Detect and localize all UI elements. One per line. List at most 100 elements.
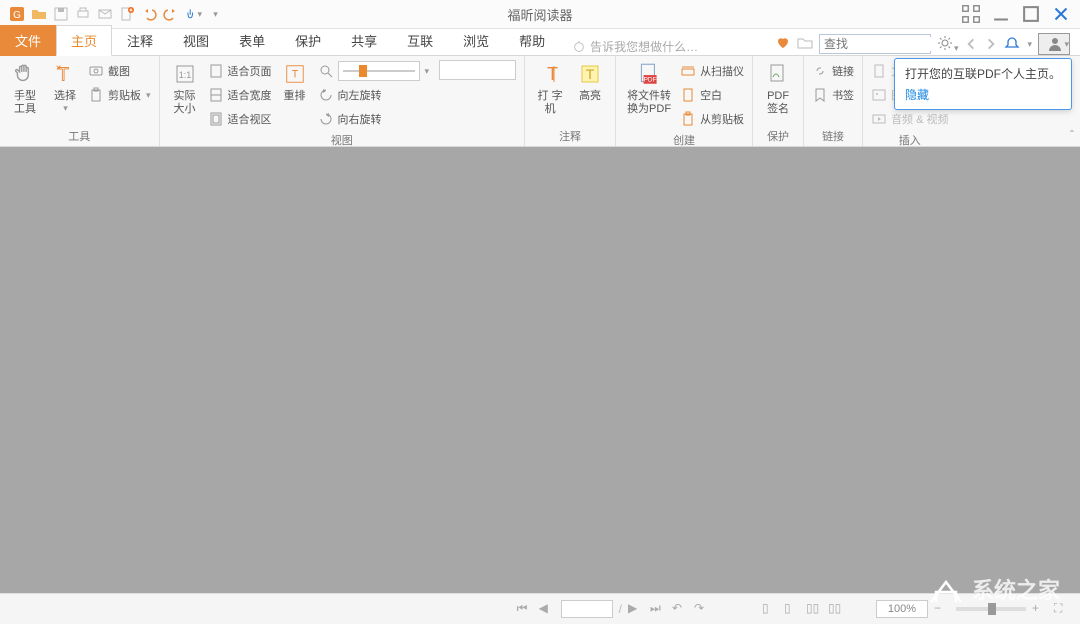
- search-box[interactable]: [819, 34, 931, 54]
- single-page-icon[interactable]: ▯: [762, 601, 778, 617]
- page-number-input[interactable]: [561, 600, 613, 618]
- tab-bar: 文件 主页 注释 视图 表单 保护 共享 互联 浏览 帮助 告诉我您想做什么… …: [0, 29, 1080, 56]
- prev-page-icon[interactable]: ◀: [539, 601, 555, 617]
- blank-page-button[interactable]: 空白: [680, 84, 744, 106]
- continuous-facing-icon[interactable]: ▯▯: [828, 601, 844, 617]
- tab-help[interactable]: 帮助: [504, 25, 560, 56]
- zoom-value[interactable]: 100%: [876, 600, 928, 618]
- minimize-icon[interactable]: [990, 5, 1012, 23]
- svg-text:T: T: [291, 69, 298, 81]
- group-links: 链接 书签 链接: [804, 56, 863, 146]
- highlight-button[interactable]: T 高亮: [573, 60, 607, 126]
- svg-text:T: T: [586, 66, 595, 82]
- group-tools-label: 工具: [8, 126, 151, 144]
- fit-visible-button[interactable]: 适合视区: [208, 108, 272, 130]
- tab-home[interactable]: 主页: [56, 25, 112, 56]
- svg-text:T: T: [547, 64, 558, 84]
- clipboard-button[interactable]: 剪贴板▾: [88, 84, 151, 106]
- quick-access-toolbar: G ▾ ▾: [0, 5, 224, 23]
- next-page-icon[interactable]: ▶: [628, 601, 644, 617]
- font-dropdown[interactable]: [439, 60, 516, 80]
- bookmark-button[interactable]: 书签: [812, 84, 854, 106]
- search-input[interactable]: [820, 37, 983, 51]
- fit-width-button[interactable]: 适合宽度: [208, 84, 272, 106]
- redo-icon[interactable]: [162, 5, 180, 23]
- document-canvas: [0, 147, 1080, 593]
- print-icon[interactable]: [74, 5, 92, 23]
- bell-icon[interactable]: [1004, 36, 1020, 52]
- zoom-slider-row[interactable]: ▾: [318, 60, 430, 82]
- heart-icon[interactable]: [775, 35, 791, 54]
- highlight-label: 高亮: [579, 90, 601, 103]
- mail-icon[interactable]: [96, 5, 114, 23]
- zoom-track[interactable]: [956, 607, 1026, 611]
- convert-to-pdf-button[interactable]: PDF 将文件转 换为PDF: [624, 60, 674, 130]
- close-icon[interactable]: [1050, 5, 1072, 23]
- pdf-sign-button[interactable]: PDF 签名: [761, 60, 795, 126]
- tooltip-hide-link[interactable]: 隐藏: [905, 86, 1061, 103]
- folder-icon[interactable]: [797, 35, 813, 54]
- nav-prev-icon[interactable]: [964, 37, 978, 51]
- tab-protect[interactable]: 保护: [280, 25, 336, 56]
- from-clipboard-button[interactable]: 从剪贴板: [680, 108, 744, 130]
- link-button[interactable]: 链接: [812, 60, 854, 82]
- touch-mode-icon[interactable]: ▾: [184, 5, 202, 23]
- from-scanner-button[interactable]: 从扫描仪: [680, 60, 744, 82]
- tab-browse[interactable]: 浏览: [448, 25, 504, 56]
- tab-view[interactable]: 视图: [168, 25, 224, 56]
- app-icon: G: [8, 5, 26, 23]
- fit-page-button[interactable]: 适合页面: [208, 60, 272, 82]
- new-doc-icon[interactable]: [118, 5, 136, 23]
- group-comment-label: 注释: [533, 126, 607, 144]
- watermark: 系统之家: [926, 573, 1060, 605]
- hand-tool-label: 手型 工具: [8, 90, 42, 116]
- ribbon-display-icon[interactable]: [960, 5, 982, 23]
- select-tool-button[interactable]: T 选择▾: [48, 60, 82, 126]
- svg-text:PDF: PDF: [644, 77, 657, 84]
- first-page-icon[interactable]: ⏮: [517, 601, 533, 617]
- save-icon[interactable]: [52, 5, 70, 23]
- reflow-label: 重排: [284, 90, 306, 103]
- nav-next-icon[interactable]: [984, 37, 998, 51]
- reflow-button[interactable]: T 重排: [278, 60, 312, 130]
- undo-icon[interactable]: [140, 5, 158, 23]
- tab-connect[interactable]: 互联: [392, 25, 448, 56]
- hand-tool-button[interactable]: 手型 工具: [8, 60, 42, 126]
- audio-video-button[interactable]: 音频 & 视频: [871, 108, 948, 130]
- zoom-slider[interactable]: [338, 61, 420, 81]
- group-tools: 手型 工具 T 选择▾ 截图 剪贴板▾ 工具: [0, 56, 160, 146]
- actual-size-button[interactable]: 1:1 实际 大小: [168, 60, 202, 130]
- tab-comment[interactable]: 注释: [112, 25, 168, 56]
- select-tool-label: 选择: [54, 90, 76, 103]
- group-create: PDF 将文件转 换为PDF 从扫描仪 空白 从剪贴板 创建: [616, 56, 753, 146]
- rotate-right-button[interactable]: 向右旋转: [318, 108, 430, 130]
- typewriter-label: 打 字机: [533, 90, 567, 116]
- last-page-icon[interactable]: ⏭: [650, 601, 666, 617]
- snapshot-button[interactable]: 截图: [88, 60, 151, 82]
- typewriter-button[interactable]: T 打 字机: [533, 60, 567, 126]
- facing-icon[interactable]: ▯▯: [806, 601, 822, 617]
- tab-share[interactable]: 共享: [336, 25, 392, 56]
- tab-form[interactable]: 表单: [224, 25, 280, 56]
- collapse-ribbon-icon[interactable]: ˆ: [1070, 128, 1074, 142]
- convert-label: 将文件转 换为PDF: [624, 90, 674, 116]
- continuous-icon[interactable]: ▯: [784, 601, 800, 617]
- tab-file[interactable]: 文件: [0, 25, 56, 56]
- rotate-left-button[interactable]: 向左旋转: [318, 84, 430, 106]
- open-icon[interactable]: [30, 5, 48, 23]
- window-controls: [960, 5, 1072, 23]
- nav-back-icon[interactable]: ↶: [672, 601, 688, 617]
- group-protect: PDF 签名 保护: [753, 56, 804, 146]
- qat-customize-icon[interactable]: ▾: [206, 5, 224, 23]
- group-protect-label: 保护: [761, 126, 795, 144]
- tell-me-box[interactable]: 告诉我您想做什么…: [572, 38, 698, 55]
- maximize-icon[interactable]: [1020, 5, 1042, 23]
- group-create-label: 创建: [624, 130, 744, 148]
- tooltip-text: 打开您的互联PDF个人主页。: [905, 65, 1061, 82]
- user-avatar[interactable]: ▾: [1038, 33, 1070, 55]
- gear-icon[interactable]: ▾: [937, 35, 959, 54]
- group-insert-label: 插入: [871, 130, 948, 148]
- nav-fwd-icon[interactable]: ↷: [694, 601, 710, 617]
- pdf-sign-label: PDF 签名: [761, 90, 795, 116]
- svg-text:G: G: [13, 10, 21, 21]
